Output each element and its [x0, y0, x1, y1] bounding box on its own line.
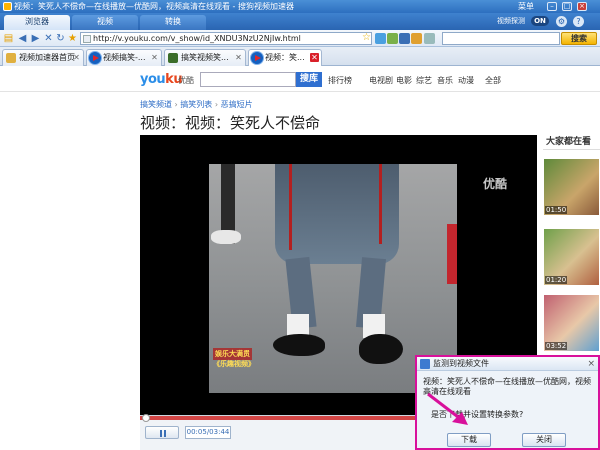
- plugin-icon[interactable]: [387, 33, 398, 44]
- close-dialog-button[interactable]: 关闭: [522, 433, 566, 447]
- pause-button[interactable]: [145, 426, 179, 439]
- video-file-icon: [420, 359, 430, 369]
- browser-tab-label: 搞笑视频笑...: [181, 53, 229, 62]
- video-content: [211, 230, 241, 244]
- nav-ranking[interactable]: 排行榜: [328, 75, 352, 86]
- url-input[interactable]: http://v.youku.com/v_show/id_XNDU3NzU2Nj…: [80, 32, 372, 45]
- search-input[interactable]: [442, 32, 560, 45]
- video-play-icon: [88, 51, 102, 65]
- plugin-dropdown-icon[interactable]: [424, 33, 435, 44]
- search-button[interactable]: 搜索: [561, 32, 597, 45]
- related-videos: 大家都在看 01:50 01:20 03:52: [543, 135, 600, 351]
- menu-button[interactable]: 菜单: [518, 1, 534, 12]
- dialog-title: 监测到视频文件: [433, 359, 489, 368]
- tv-badge-sub: 《乐趣视频》: [213, 360, 255, 368]
- favorite-icon[interactable]: ★: [67, 33, 78, 44]
- video-content: [447, 224, 457, 284]
- browser-tab-label: 视频搞笑-...: [103, 53, 146, 62]
- video-detect-label: 视频探测: [497, 17, 525, 25]
- dialog-titlebar: 监测到视频文件 ×: [417, 357, 598, 371]
- window-titlebar: 视频：笑死人不偿命—在线播放—优酷网，视频高清在线观看 - 搜狗视频加速器 菜单…: [0, 0, 600, 13]
- tab-close-icon[interactable]: ✕: [72, 53, 81, 62]
- site-search-input[interactable]: [200, 72, 296, 87]
- video-thumbnail[interactable]: 01:20: [544, 229, 599, 285]
- site-header: youku 优酷 搜库 排行榜 电视剧 电影 综艺 音乐 动漫 全部: [0, 66, 600, 92]
- page-title: 视频：视频：笑死人不偿命: [140, 114, 321, 132]
- youku-watermark: 优酷: [483, 177, 508, 191]
- tab-browser[interactable]: 浏览器: [4, 15, 70, 30]
- minimize-button[interactable]: –: [547, 2, 557, 11]
- url-text: http://v.youku.com/v_show/id_XNDU3NzU2Nj…: [93, 34, 301, 43]
- tab-close-icon[interactable]: ✕: [234, 53, 243, 62]
- browser-tab[interactable]: 视频搞笑-... ✕: [86, 49, 162, 66]
- tab-close-icon[interactable]: ✕: [150, 53, 159, 62]
- plugin-icon[interactable]: [399, 33, 410, 44]
- download-button[interactable]: 下载: [447, 433, 491, 447]
- pointer-arrow-icon: [427, 392, 468, 425]
- browser-tabbar: 视频加速器首页 ✕ 视频搞笑-... ✕ 搞笑视频笑... ✕ 视频：笑... …: [0, 47, 600, 66]
- tab-convert[interactable]: 转换: [140, 15, 206, 30]
- video-content: [273, 334, 325, 356]
- nav-tv[interactable]: 电视剧: [369, 75, 393, 86]
- refresh-icon[interactable]: ↻: [55, 33, 66, 44]
- time-display: 00:05/03:44: [185, 426, 231, 439]
- browser-tab[interactable]: 视频加速器首页 ✕: [2, 49, 84, 66]
- browser-tab[interactable]: 搞笑视频笑... ✕: [164, 49, 246, 66]
- stop-icon[interactable]: ✕: [43, 33, 54, 44]
- video-play-icon: [250, 51, 264, 65]
- bookmark-star-icon[interactable]: ☆: [362, 33, 371, 43]
- site-icon: [6, 53, 16, 63]
- breadcrumb: 搞笑频道 › 搞笑列表 › 恶搞短片: [140, 100, 253, 109]
- video-duration: 01:20: [545, 276, 568, 284]
- nav-all[interactable]: 全部: [485, 75, 501, 86]
- breadcrumb-link[interactable]: 恶搞短片: [221, 100, 253, 109]
- help-icon[interactable]: ?: [573, 16, 584, 27]
- site-icon: [168, 53, 178, 63]
- back-icon[interactable]: ◀: [17, 33, 28, 44]
- dialog-close-icon[interactable]: ×: [587, 357, 595, 371]
- browser-tab-label: 视频：笑...: [265, 53, 305, 62]
- breadcrumb-link[interactable]: 搞笑列表: [180, 100, 212, 109]
- nav-music[interactable]: 音乐: [437, 75, 453, 86]
- maximize-button[interactable]: □: [562, 2, 572, 11]
- plugin-icon[interactable]: [411, 33, 422, 44]
- video-thumbnail[interactable]: 01:50: [544, 159, 599, 215]
- close-button[interactable]: ×: [577, 2, 587, 11]
- page-icon: [83, 35, 91, 43]
- browser-tab-label: 视频加速器首页: [19, 53, 75, 62]
- video-content: [289, 164, 292, 250]
- video-content: [359, 334, 403, 364]
- nav-anime[interactable]: 动漫: [458, 75, 474, 86]
- breadcrumb-link[interactable]: 搞笑频道: [140, 100, 172, 109]
- youku-logo-sub: 优酷: [178, 76, 194, 85]
- video-duration: 01:50: [545, 206, 568, 214]
- site-search-button[interactable]: 搜库: [296, 72, 322, 87]
- nav-variety[interactable]: 综艺: [416, 75, 432, 86]
- youku-logo[interactable]: youku: [140, 72, 183, 87]
- window-title: 视频：笑死人不偿命—在线播放—优酷网，视频高清在线观看 - 搜狗视频加速器: [14, 2, 294, 11]
- video-detect-toggle[interactable]: ON: [531, 16, 549, 26]
- progress-thumb[interactable]: [142, 414, 150, 422]
- related-heading: 大家都在看: [543, 135, 600, 150]
- tab-close-icon[interactable]: ✕: [310, 53, 319, 62]
- video-content: [379, 164, 382, 244]
- nav-movie[interactable]: 电影: [396, 75, 412, 86]
- tab-video[interactable]: 视频: [72, 15, 138, 30]
- main-toolbar: 浏览器 视频 转换 视频探测 ON ⚙ ?: [0, 13, 600, 30]
- plugin-icon[interactable]: [375, 33, 386, 44]
- new-page-icon[interactable]: ▤: [3, 33, 14, 44]
- video-duration: 03:52: [545, 342, 568, 350]
- forward-icon[interactable]: ▶: [30, 33, 41, 44]
- browser-tab-active[interactable]: 视频：笑... ✕: [248, 49, 322, 66]
- app-icon: [3, 2, 12, 11]
- gear-icon[interactable]: ⚙: [556, 16, 567, 27]
- video-thumbnail[interactable]: 03:52: [544, 295, 599, 351]
- address-bar: ▤ ◀ ▶ ✕ ↻ ★ http://v.youku.com/v_show/id…: [0, 30, 600, 47]
